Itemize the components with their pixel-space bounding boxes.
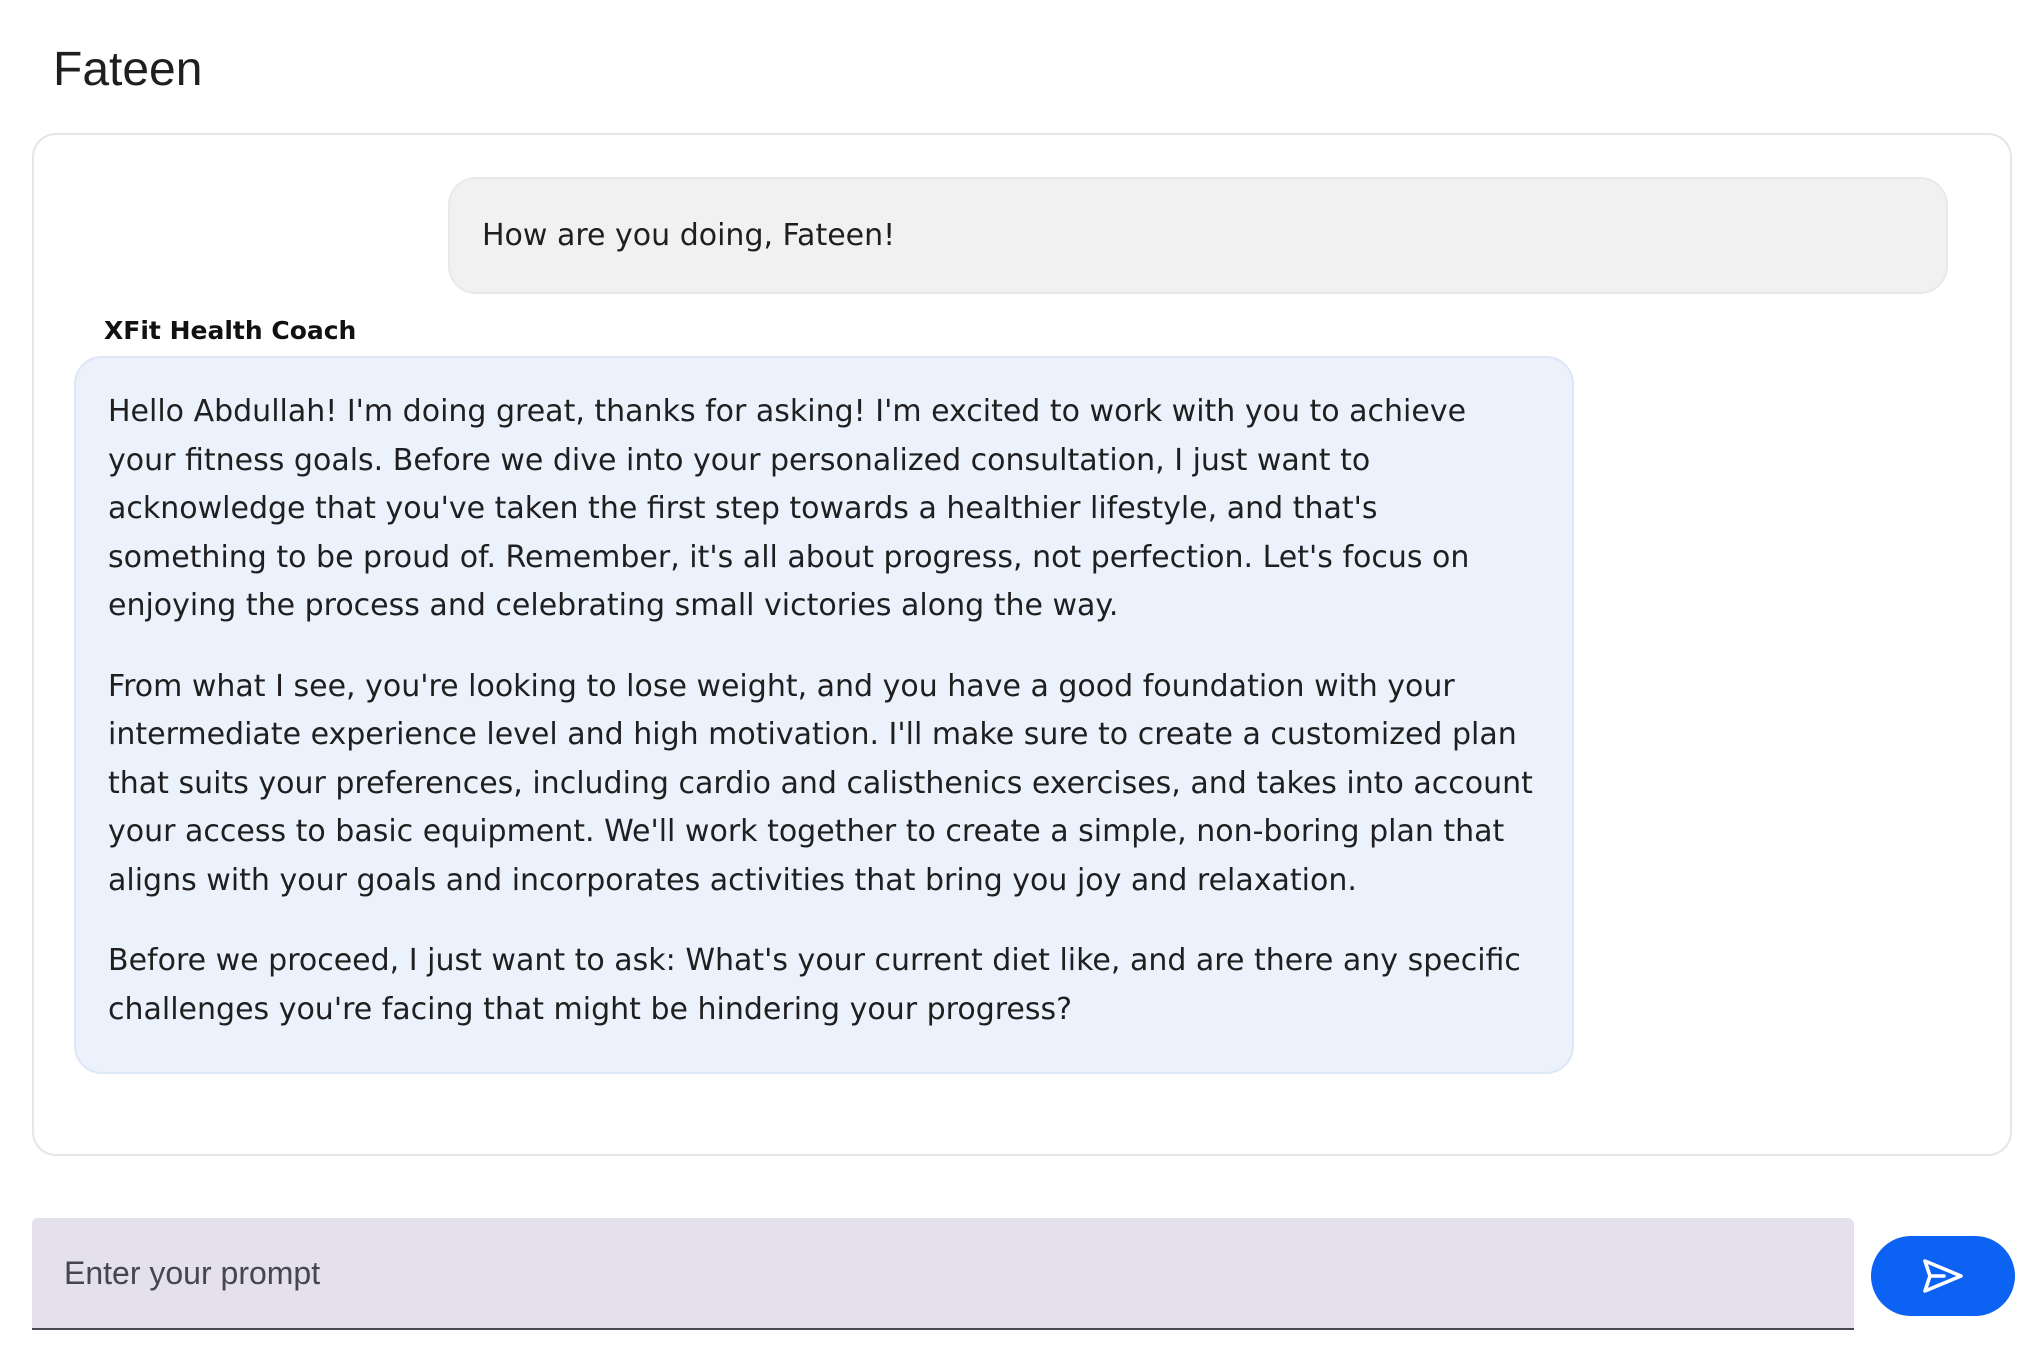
assistant-paragraph: Before we proceed, I just want to ask: W…: [108, 943, 1521, 1027]
assistant-paragraph: Hello Abdullah! I'm doing great, thanks …: [108, 394, 1470, 623]
send-button[interactable]: [1871, 1236, 2015, 1316]
assistant-paragraph: From what I see, you're looking to lose …: [108, 668, 1533, 898]
assistant-name: XFit Health Coach: [104, 316, 357, 345]
user-message-text: How are you doing, Fateen!: [482, 218, 896, 253]
send-icon: [1922, 1258, 1964, 1294]
prompt-input[interactable]: [32, 1218, 1854, 1330]
page-title: Fateen: [53, 43, 203, 96]
user-message-bubble: How are you doing, Fateen!: [448, 177, 1948, 294]
assistant-message-bubble: Hello Abdullah! I'm doing great, thanks …: [74, 356, 1574, 1074]
